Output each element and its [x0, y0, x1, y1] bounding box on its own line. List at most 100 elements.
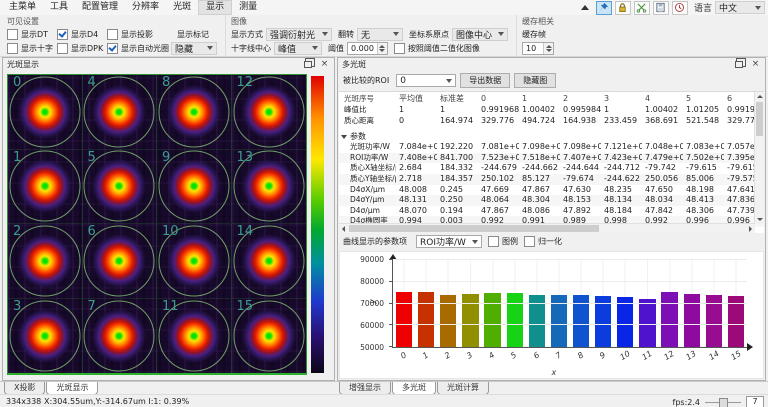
table-cell: 48.064	[478, 195, 519, 206]
spot-cell[interactable]: 6	[83, 224, 158, 299]
bar-slot	[526, 260, 548, 347]
table-row[interactable]: 光斑功率/W7.084e+04192.2207.081e+047.098e+04…	[339, 142, 764, 153]
checkbox-legend[interactable]: 图例	[488, 236, 518, 247]
table-row[interactable]: D4σX/μm48.0080.24547.66947.86747.63048.2…	[339, 185, 764, 196]
table-row[interactable]: 质心Y轴坐标/μm2.718184.357250.10285.127-79.67…	[339, 174, 764, 185]
spot-cell[interactable]: 5	[83, 150, 158, 225]
table-cell: 48.304	[519, 195, 560, 206]
table-cell: 48.153	[560, 195, 601, 206]
beam-spot	[92, 159, 146, 213]
x-tick-label: 14	[703, 351, 725, 365]
y-tick-label: 70000	[360, 299, 384, 308]
checkbox-show-projection[interactable]: 显示投影	[107, 29, 171, 40]
spot-cell[interactable]: 15	[232, 299, 307, 374]
scroll-thumb[interactable]	[756, 102, 763, 136]
spot-cell[interactable]: 4	[83, 75, 158, 150]
cache-frames-spinner[interactable]: 10	[522, 42, 554, 55]
spot-cell[interactable]: 1	[8, 150, 83, 225]
menu-tools[interactable]: 工具	[43, 0, 75, 15]
menu-display[interactable]: 显示	[198, 0, 232, 15]
bar-slot	[570, 260, 592, 347]
spot-cell[interactable]: 7	[83, 299, 158, 374]
checkbox-show-auto-aperture[interactable]: 显示自动光圈	[107, 43, 171, 54]
spot-cell[interactable]: 0	[8, 75, 83, 150]
bar-slot	[415, 260, 437, 347]
checkbox-show-dpk[interactable]: 显示DPK	[57, 43, 107, 54]
menu-spot[interactable]: 光斑	[166, 0, 198, 15]
checkbox-normalize[interactable]: 归一化	[524, 236, 562, 247]
menu-resolution[interactable]: 分辨率	[125, 0, 166, 15]
spot-image[interactable]: 0481215913261014371115	[7, 74, 307, 375]
hide-chart-button[interactable]: 隐藏图	[514, 73, 556, 88]
spot-cell[interactable]: 3	[8, 299, 83, 374]
table-cell: 7.407e+04	[560, 153, 601, 164]
bar-slot	[659, 260, 681, 347]
table-vertical-scrollbar[interactable]	[754, 92, 764, 224]
spot-cell[interactable]: 2	[8, 224, 83, 299]
roi-select[interactable]: 0	[396, 74, 456, 87]
display-mode-value: 强调衍射光	[270, 28, 315, 41]
group-title-image: 图像	[231, 16, 508, 27]
table-cell: 7.081e+04	[478, 142, 519, 153]
table-row[interactable]: 峰值比110.9919681.004020.99598411.004021.01…	[339, 105, 764, 116]
close-panel-button[interactable]: ×	[748, 58, 763, 71]
float-panel-button[interactable]	[731, 58, 746, 71]
cache-frames-spin-buttons[interactable]	[543, 43, 553, 54]
table-row[interactable]: 质心距离0164.974329.776494.724164.938233.459…	[339, 116, 764, 127]
table-section-row[interactable]: 参数	[339, 131, 764, 142]
table-row[interactable]: D4σY/μm48.1310.25048.06448.30448.15348.1…	[339, 195, 764, 206]
crop-icon[interactable]	[634, 1, 650, 15]
threshold-spin-buttons[interactable]	[377, 43, 387, 54]
x-tick-label: 10	[614, 351, 636, 365]
spot-cell[interactable]: 12	[232, 75, 307, 150]
history-icon[interactable]	[672, 1, 688, 15]
table-row[interactable]: 质心X轴坐标/μm2.684184.332-244.679-244.662-24…	[339, 163, 764, 174]
scroll-down-button[interactable]	[755, 215, 764, 224]
checkbox-show-d4[interactable]: 显示D4	[57, 29, 107, 40]
collapse-ribbon-icon[interactable]	[577, 1, 593, 15]
row-label: D4σY/μm	[339, 195, 396, 206]
language-select[interactable]: 中文	[715, 1, 765, 14]
beam-spot	[242, 85, 296, 139]
checkbox-show-cross[interactable]: 显示十字	[7, 43, 57, 54]
save-icon[interactable]	[653, 1, 669, 15]
curve-controls: 曲线显示的参数项 ROI功率/W 图例 归一化	[338, 233, 765, 250]
frame-slider[interactable]	[705, 397, 741, 407]
pin-icon[interactable]	[596, 1, 612, 15]
display-mode-select[interactable]: 强调衍射光	[266, 28, 332, 41]
spot-cell[interactable]: 13	[232, 150, 307, 225]
spot-cell[interactable]: 8	[157, 75, 232, 150]
table-horizontal-scrollbar[interactable]	[339, 223, 755, 233]
checkbox-show-dt[interactable]: 显示DT	[7, 29, 57, 40]
scroll-right-button[interactable]	[746, 224, 755, 233]
checkbox-binarize-by-threshold[interactable]: 按照阈值二值化图像	[394, 43, 480, 54]
spot-cell[interactable]: 11	[157, 299, 232, 374]
checkbox-label: 显示自动光圈	[121, 43, 169, 54]
table-cell: 48.235	[601, 185, 642, 196]
menu-config-management[interactable]: 配置管理	[75, 0, 125, 15]
flip-select[interactable]: 无	[357, 28, 403, 41]
spot-cell[interactable]: 10	[157, 224, 232, 299]
scroll-thumb[interactable]	[349, 225, 599, 232]
table-row[interactable]: D4σ/μm48.0700.19447.86748.08647.89248.18…	[339, 206, 764, 217]
cross-center-select[interactable]: 峰值	[274, 42, 322, 55]
spot-cell[interactable]: 14	[232, 224, 307, 299]
menu-measure[interactable]: 测量	[232, 0, 264, 15]
threshold-spinner[interactable]: 0.000	[347, 42, 388, 55]
marker-mode-select[interactable]: 隐藏	[171, 42, 217, 55]
beam-spot	[18, 159, 72, 213]
lock-icon[interactable]	[615, 1, 631, 15]
threshold-value: 0.000	[348, 43, 377, 54]
scroll-left-button[interactable]	[339, 224, 348, 233]
spot-cell[interactable]: 9	[157, 150, 232, 225]
table-row[interactable]: ROI功率/W7.408e+04841.7007.523e+047.518e+0…	[339, 153, 764, 164]
frame-number-box[interactable]: 7	[746, 396, 764, 407]
curve-parameter-select[interactable]: ROI功率/W	[416, 235, 482, 248]
menu-main[interactable]: 主菜单	[2, 0, 43, 15]
close-panel-button[interactable]: ×	[317, 58, 332, 71]
scroll-up-button[interactable]	[755, 92, 764, 101]
x-tick-label: 12	[658, 351, 680, 365]
origin-select[interactable]: 图像中心	[452, 28, 508, 41]
export-data-button[interactable]: 导出数据	[460, 73, 510, 88]
float-panel-button[interactable]	[300, 58, 315, 71]
